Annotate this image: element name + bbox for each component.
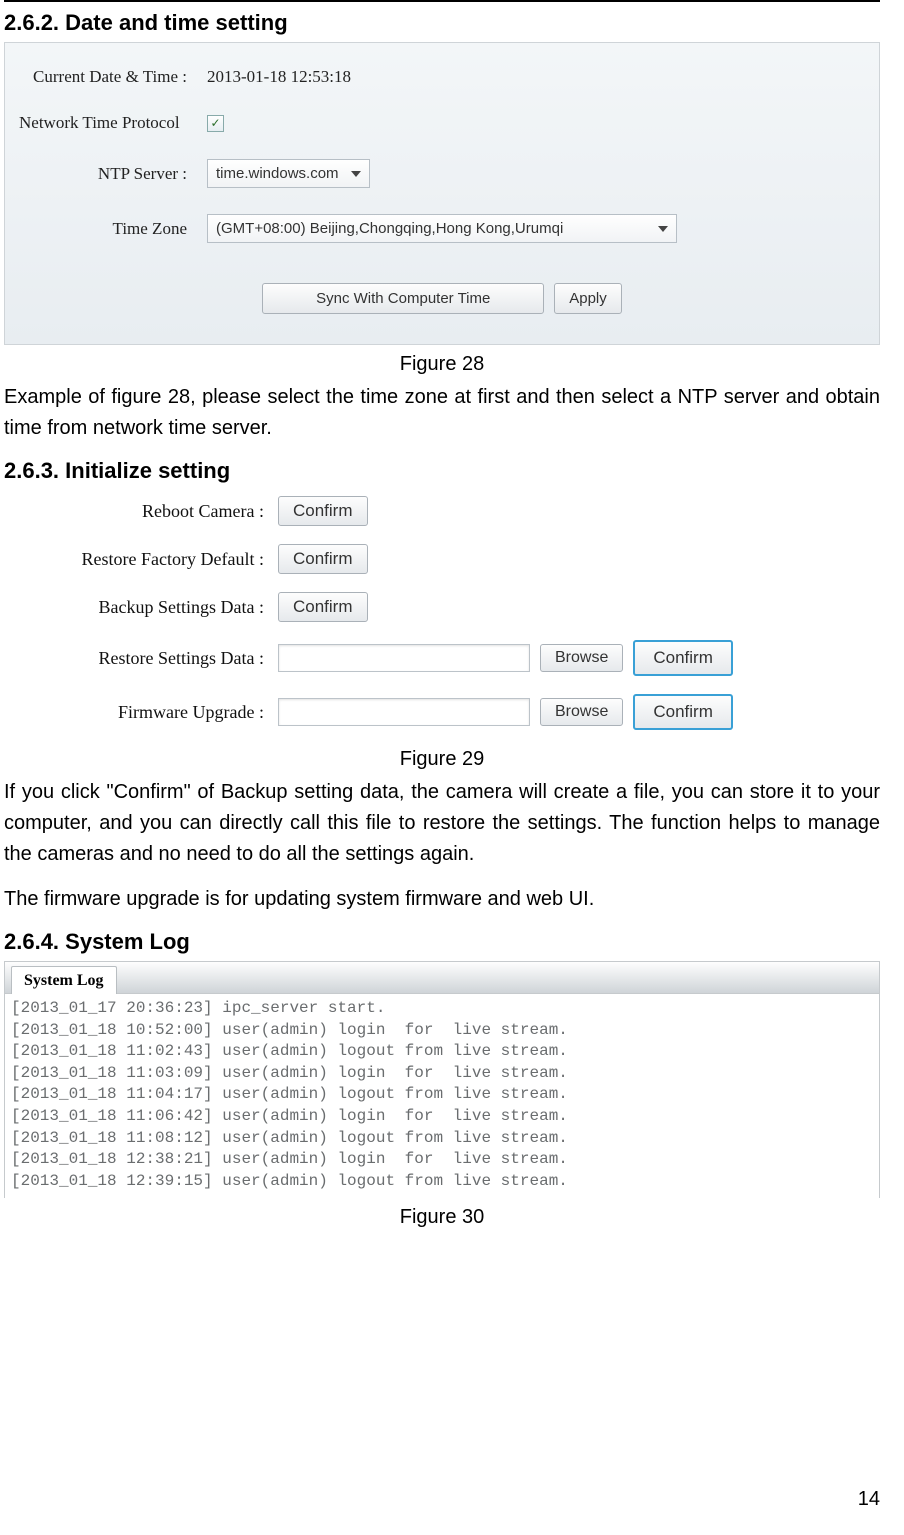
reboot-confirm-button[interactable]: Confirm: [278, 496, 368, 526]
backup-confirm-button[interactable]: Confirm: [278, 592, 368, 622]
system-log-tabbar: System Log: [5, 962, 879, 994]
chevron-down-icon: [658, 226, 668, 232]
page-number: 14: [858, 1488, 880, 1511]
restore-data-label: Restore Settings Data :: [14, 648, 268, 669]
figure-28-caption: Figure 28: [4, 353, 880, 376]
heading-date-time: 2.6.2. Date and time setting: [4, 10, 880, 36]
figure-30-caption: Figure 30: [4, 1206, 880, 1229]
timezone-value: (GMT+08:00) Beijing,Chongqing,Hong Kong,…: [216, 220, 563, 237]
firmware-confirm-button[interactable]: Confirm: [633, 694, 733, 730]
reboot-label: Reboot Camera :: [14, 501, 268, 522]
ntp-server-label: NTP Server :: [19, 164, 193, 184]
section-263-body-1: If you click "Confirm" of Backup setting…: [4, 777, 880, 870]
current-datetime-value: 2013-01-18 12:53:18: [207, 67, 351, 87]
initialize-panel: Reboot Camera : Confirm Restore Factory …: [4, 496, 880, 730]
restore-data-confirm-button[interactable]: Confirm: [633, 640, 733, 676]
apply-button[interactable]: Apply: [554, 283, 622, 314]
restore-data-input[interactable]: [278, 644, 530, 672]
restore-browse-button[interactable]: Browse: [540, 644, 623, 672]
timezone-label: Time Zone: [19, 219, 193, 239]
ntp-label: Network Time Protocol: [19, 113, 193, 133]
sync-button[interactable]: Sync With Computer Time: [262, 283, 544, 314]
firmware-input[interactable]: [278, 698, 530, 726]
current-datetime-label: Current Date & Time :: [19, 67, 193, 87]
timezone-select[interactable]: (GMT+08:00) Beijing,Chongqing,Hong Kong,…: [207, 214, 677, 243]
figure-29-caption: Figure 29: [4, 748, 880, 771]
ntp-server-value: time.windows.com: [216, 165, 339, 182]
restore-factory-confirm-button[interactable]: Confirm: [278, 544, 368, 574]
check-icon: ✓: [210, 116, 220, 131]
chevron-down-icon: [351, 171, 361, 177]
ntp-server-select[interactable]: time.windows.com: [207, 159, 370, 188]
heading-initialize: 2.6.3. Initialize setting: [4, 458, 880, 484]
firmware-label: Firmware Upgrade :: [14, 702, 268, 723]
system-log-panel: System Log [2013_01_17 20:36:23] ipc_ser…: [4, 961, 880, 1198]
backup-label: Backup Settings Data :: [14, 597, 268, 618]
heading-system-log: 2.6.4. System Log: [4, 929, 880, 955]
section-262-body: Example of figure 28, please select the …: [4, 382, 880, 444]
section-263-body-2: The firmware upgrade is for updating sys…: [4, 884, 880, 915]
restore-factory-label: Restore Factory Default :: [14, 549, 268, 570]
system-log-body: [2013_01_17 20:36:23] ipc_server start. …: [5, 994, 879, 1198]
firmware-browse-button[interactable]: Browse: [540, 698, 623, 726]
date-time-panel: Current Date & Time : 2013-01-18 12:53:1…: [4, 42, 880, 345]
ntp-checkbox[interactable]: ✓: [207, 115, 224, 132]
tab-system-log[interactable]: System Log: [11, 966, 117, 994]
